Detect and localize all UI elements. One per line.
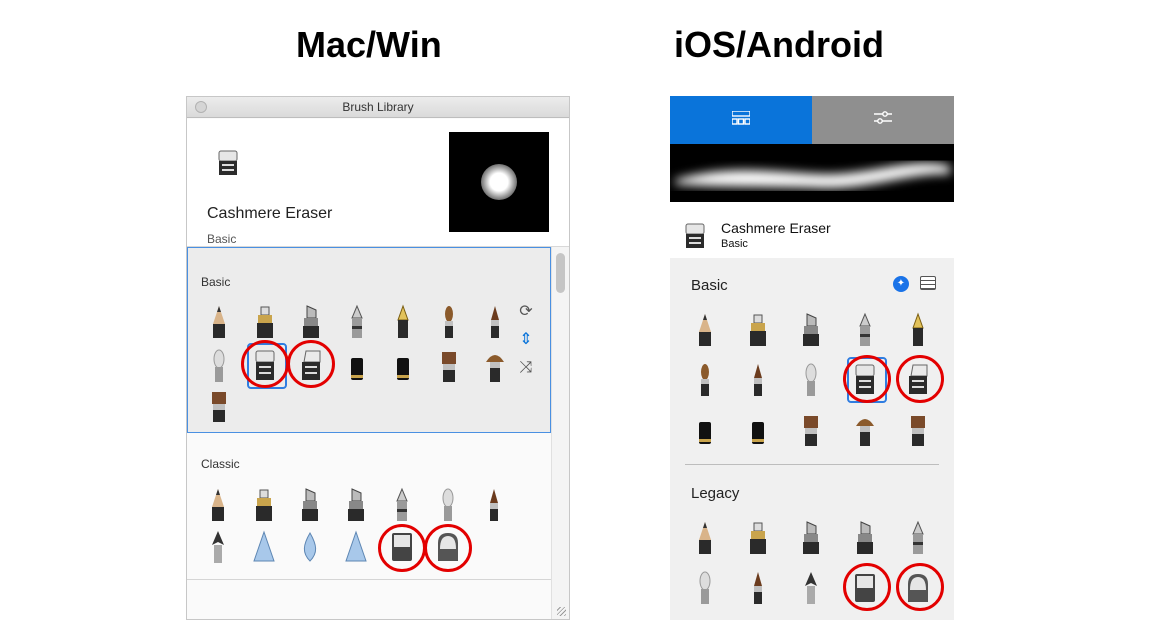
highlight-ring <box>241 340 289 388</box>
brush-chisel[interactable] <box>297 487 323 523</box>
scrollbar-thumb[interactable] <box>556 253 565 293</box>
brush-stroke-preview <box>670 144 954 202</box>
resize-grip[interactable] <box>557 607 566 616</box>
brush-nib[interactable] <box>390 304 416 340</box>
brush-triangle[interactable] <box>343 529 369 565</box>
brush-pointed[interactable] <box>745 362 771 398</box>
brush-pencil[interactable] <box>692 312 718 348</box>
brush-stub[interactable] <box>344 348 370 384</box>
set-label: Basic <box>201 275 231 289</box>
brush-pencil[interactable] <box>206 304 232 340</box>
brush-nib[interactable] <box>905 312 931 348</box>
ios-heading: iOS/Android <box>674 24 884 65</box>
brush-name: Cashmere Eraser <box>207 205 333 222</box>
brush-airbrush[interactable] <box>344 304 370 340</box>
highlight-ring <box>843 355 891 403</box>
set-label: Classic <box>201 457 240 471</box>
window-titlebar[interactable]: Brush Library <box>187 97 569 118</box>
brush-chisel[interactable] <box>852 520 878 556</box>
current-brush-header: Cashmere Eraser Basic <box>187 119 569 247</box>
mac-brush-library-window: Brush Library Cashmere Eraser Basic Basi… <box>186 96 570 620</box>
brush-round[interactable] <box>692 362 718 398</box>
ios-tab-bar <box>670 96 954 144</box>
brush-preview <box>449 132 549 232</box>
sliders-icon <box>874 110 892 130</box>
brush-set-basic[interactable]: Basic ⟳ ⇕ ⤨ <box>187 247 551 433</box>
brush-soft[interactable] <box>798 362 824 398</box>
highlight-ring <box>287 340 335 388</box>
set-divider <box>187 579 551 580</box>
brush-stub[interactable] <box>390 348 416 384</box>
brush-pointed[interactable] <box>481 487 507 523</box>
brush-chisel[interactable] <box>298 304 324 340</box>
list-view-icon[interactable] <box>920 276 936 290</box>
brush-stub[interactable] <box>745 412 771 448</box>
brush-fan[interactable] <box>482 348 508 384</box>
brush-pointed[interactable] <box>745 570 771 606</box>
eraser-icon <box>682 222 708 255</box>
brush-airbrush[interactable] <box>389 487 415 523</box>
refresh-icon[interactable]: ⟳ <box>516 302 536 322</box>
brush-chisel[interactable] <box>798 312 824 348</box>
brush-chisel[interactable] <box>343 487 369 523</box>
vertical-scrollbar[interactable] <box>551 247 569 619</box>
highlight-ring <box>424 524 472 572</box>
shuffle-icon[interactable]: ⤨ <box>516 358 536 378</box>
highlight-ring <box>896 563 944 611</box>
brush-soft[interactable] <box>206 348 232 384</box>
close-button[interactable] <box>195 101 207 113</box>
brush-set-name: Basic <box>207 232 237 246</box>
brush-flat[interactable] <box>798 412 824 448</box>
brush-fan[interactable] <box>852 412 878 448</box>
brush-chisel[interactable] <box>798 520 824 556</box>
brush-pencil[interactable] <box>205 487 231 523</box>
set-divider <box>685 464 939 465</box>
brush-flat[interactable] <box>206 388 232 424</box>
brush-fountain[interactable] <box>798 570 824 606</box>
set-label: Basic <box>691 277 728 294</box>
highlight-ring <box>378 524 426 572</box>
brush-marker[interactable] <box>251 487 277 523</box>
brush-marker[interactable] <box>745 520 771 556</box>
pin-icon[interactable]: ✦ <box>893 276 909 292</box>
grid-icon <box>731 109 751 130</box>
brush-triangle[interactable] <box>251 529 277 565</box>
brush-library-tab[interactable] <box>670 96 812 144</box>
highlight-ring <box>843 563 891 611</box>
brush-flat[interactable] <box>905 412 931 448</box>
brush-soft[interactable] <box>692 570 718 606</box>
mac-heading: Mac/Win <box>296 24 442 65</box>
brush-drop[interactable] <box>297 529 323 565</box>
brush-name: Cashmere Eraser <box>721 220 831 236</box>
window-title: Brush Library <box>342 100 414 114</box>
brush-soft[interactable] <box>435 487 461 523</box>
brush-marker[interactable] <box>745 312 771 348</box>
eraser-icon <box>215 149 241 182</box>
split-icon[interactable]: ⇕ <box>516 330 536 350</box>
brush-pencil[interactable] <box>692 520 718 556</box>
current-brush-info: Cashmere Eraser Basic <box>670 202 954 258</box>
brush-round[interactable] <box>436 304 462 340</box>
highlight-ring <box>896 355 944 403</box>
brush-airbrush[interactable] <box>905 520 931 556</box>
brush-set-classic[interactable]: Classic <box>187 435 551 581</box>
brush-set-name: Basic <box>721 238 748 250</box>
brush-pointed[interactable] <box>482 304 508 340</box>
set-label: Legacy <box>691 485 740 502</box>
brush-stub[interactable] <box>692 412 718 448</box>
ios-brush-library: Basic ✦ Legacy <box>670 258 954 620</box>
brush-fountain[interactable] <box>205 529 231 565</box>
brush-marker[interactable] <box>252 304 278 340</box>
brush-properties-tab[interactable] <box>812 96 954 144</box>
brush-airbrush[interactable] <box>852 312 878 348</box>
brush-flat[interactable] <box>436 348 462 384</box>
